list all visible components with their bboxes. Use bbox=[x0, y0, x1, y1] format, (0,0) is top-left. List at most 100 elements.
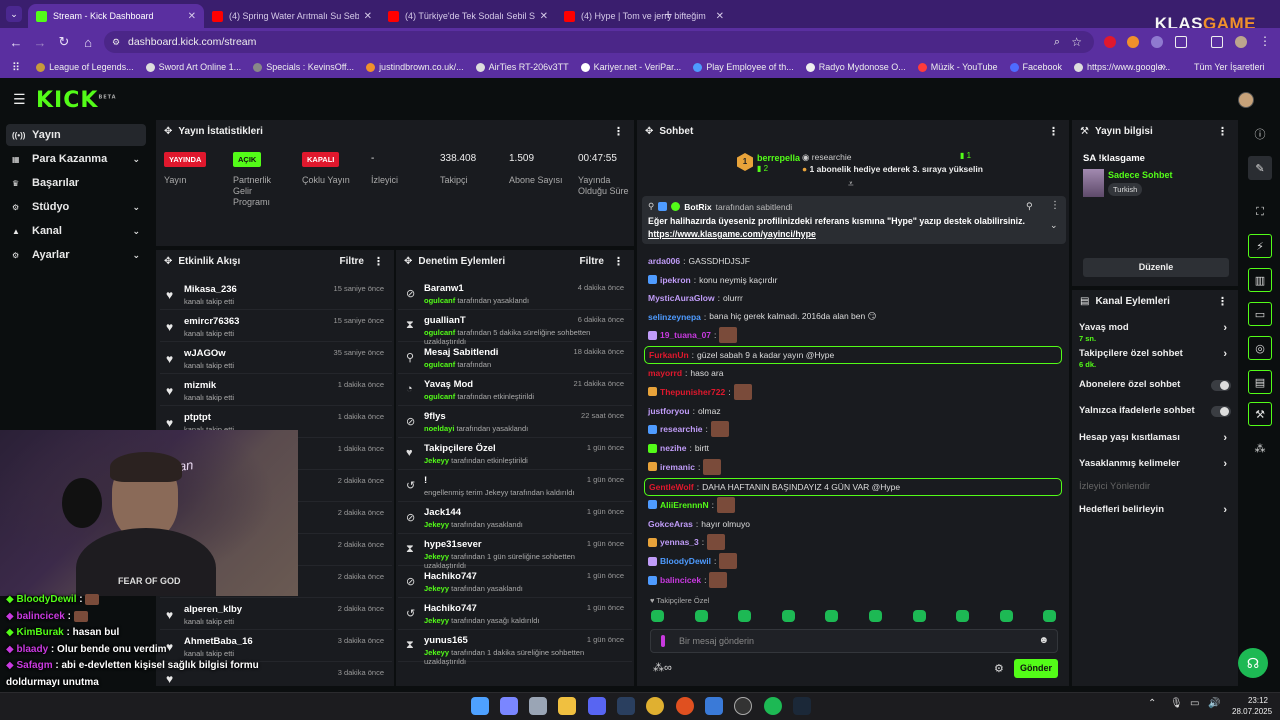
moderation-filter-button[interactable]: Filtre bbox=[580, 256, 604, 267]
send-button[interactable]: Gönder bbox=[1014, 659, 1058, 678]
hamburger-menu-icon[interactable]: ☰ bbox=[13, 91, 26, 108]
chevron-down-icon[interactable]: ⌄ bbox=[132, 250, 140, 261]
moderation-target[interactable]: Hachiko747 bbox=[424, 571, 477, 582]
moderation-row[interactable]: ⊘ Jack144 Jekeyy tarafından yasaklandı 1 gü… bbox=[398, 502, 632, 534]
browser-tab[interactable]: (4) Spring Water Arıtmalı Su Sebil ✕ bbox=[204, 4, 380, 28]
activity-row[interactable]: ♥ wJAGOw kanalı takip etti 35 saniye önce bbox=[160, 342, 392, 374]
chrome-icon[interactable] bbox=[646, 697, 664, 715]
chat-user-icon[interactable]: ⁂∞ bbox=[653, 661, 672, 674]
quick-action-chat-icon[interactable]: ▭ bbox=[1248, 302, 1272, 326]
support-headset-icon[interactable]: ☊ bbox=[1238, 648, 1268, 678]
chat-message[interactable]: researchie: bbox=[648, 421, 729, 437]
activity-row[interactable]: ♥ mizmik kanalı takip etti 1 dakika önce bbox=[160, 374, 392, 406]
category-link[interactable]: Sadece Sohbet bbox=[1108, 170, 1173, 180]
activity-user[interactable]: alperen_klby bbox=[184, 604, 242, 615]
quick-emote-icon[interactable] bbox=[1043, 610, 1057, 622]
chat-message[interactable]: arda006: GASSDHDJSJF bbox=[648, 253, 750, 269]
gift-researcher-name[interactable]: researchie bbox=[812, 152, 852, 162]
spotify-icon[interactable] bbox=[764, 697, 782, 715]
home-icon[interactable]: ⌂ bbox=[76, 35, 100, 50]
more-icon[interactable]: ⋮ bbox=[1217, 295, 1228, 308]
moderator-name[interactable]: noeldayi bbox=[424, 424, 454, 433]
moderation-row[interactable]: ↺ Hachiko747 Jekeyy tarafından yasağı kald… bbox=[398, 598, 632, 630]
bookmark-item[interactable]: Müzik - YouTube bbox=[917, 62, 998, 72]
info-icon[interactable]: ⓘ bbox=[1248, 122, 1272, 146]
extension-icon[interactable] bbox=[1151, 36, 1163, 48]
activity-user[interactable]: emircr76363 bbox=[184, 316, 239, 327]
moderation-row[interactable]: ⊘ 9flys noeldayi tarafından yasaklandı 22 s… bbox=[398, 406, 632, 438]
chat-message[interactable]: FurkanUn: güzel sabah 9 a kadar yayın @Hy… bbox=[644, 346, 1062, 364]
steam-icon[interactable] bbox=[617, 697, 635, 715]
chat-username[interactable]: 19_tuana_07 bbox=[660, 330, 711, 340]
chat-message[interactable]: balincicek: bbox=[648, 572, 728, 588]
category-thumbnail[interactable] bbox=[1083, 169, 1104, 197]
moderator-name[interactable]: ogulcanf bbox=[424, 296, 455, 305]
copilot-icon[interactable] bbox=[500, 697, 518, 715]
activity-user[interactable]: Mikasa_236 bbox=[184, 284, 237, 295]
tab-close-icon[interactable]: ✕ bbox=[364, 11, 372, 22]
quick-emote-icon[interactable] bbox=[869, 610, 882, 622]
move-icon[interactable]: ✥ bbox=[404, 256, 412, 267]
channel-action-item[interactable]: Hedefleri belirleyin › bbox=[1079, 504, 1235, 516]
quick-action-nodes-icon[interactable]: ⁂ bbox=[1248, 436, 1272, 460]
moderator-name[interactable]: Jekeyy bbox=[424, 648, 449, 657]
mic-tray-icon[interactable]: 🎙 bbox=[1170, 698, 1183, 709]
channel-action-item[interactable]: Takipçilere özel sohbet 6 dk. › bbox=[1079, 348, 1235, 369]
moderation-row[interactable]: ⊘ Baranw1 ogulcanf tarafından yasaklandı 4 … bbox=[398, 278, 632, 310]
moderation-target[interactable]: Baranw1 bbox=[424, 283, 464, 294]
quick-action-note-icon[interactable]: ▥ bbox=[1248, 268, 1272, 292]
bookmark-item[interactable]: Specials : KevinsOff... bbox=[253, 62, 354, 72]
all-bookmarks-link[interactable]: Tüm Yer İşaretleri bbox=[1194, 62, 1265, 72]
chevron-right-icon[interactable]: › bbox=[1223, 348, 1227, 360]
moderation-row[interactable]: ↺! engellenmiş terim Jekeyy tarafından ka… bbox=[398, 470, 632, 502]
moderation-row[interactable]: ⚲ Mesaj Sabitlendi ogulcanf tarafından 18 d… bbox=[398, 342, 632, 374]
quick-action-broadcast-icon[interactable]: ◎ bbox=[1248, 336, 1272, 360]
channel-action-item[interactable]: İzleyici Yönlendir bbox=[1079, 481, 1235, 492]
chat-username[interactable]: BloodyDewil bbox=[660, 556, 711, 566]
moderation-target[interactable]: hype31sever bbox=[424, 539, 482, 550]
chat-message[interactable]: MysticAuraGlow: olurrr bbox=[648, 290, 743, 306]
edit-stream-button[interactable]: Düzenle bbox=[1083, 258, 1229, 277]
chat-username[interactable]: nezihe bbox=[660, 443, 686, 453]
quick-emote-icon[interactable] bbox=[694, 610, 708, 622]
fullscreen-icon[interactable]: ⛶ bbox=[1248, 200, 1272, 224]
bookmark-item[interactable]: justindbrown.co.uk/... bbox=[366, 62, 464, 72]
chat-message[interactable]: AliiErennnN: bbox=[648, 496, 736, 513]
channel-action-item[interactable]: Abonelere özel sohbet bbox=[1079, 379, 1235, 391]
more-icon[interactable]: ⋮ bbox=[613, 125, 624, 138]
channel-action-item[interactable]: Yavaş mod 7 sn. › bbox=[1079, 322, 1235, 343]
moderation-target[interactable]: Hachiko747 bbox=[424, 603, 477, 614]
chat-message[interactable]: selinzeynepa: bana hiç gerek kalmadı. 201… bbox=[648, 309, 876, 325]
chat-input[interactable]: Bir mesaj gönderin ☻ bbox=[650, 629, 1058, 653]
volume-icon[interactable]: 🔊 bbox=[1208, 698, 1220, 709]
chat-username[interactable]: MysticAuraGlow bbox=[648, 293, 715, 303]
quick-emote-icon[interactable] bbox=[999, 610, 1013, 622]
chat-message[interactable]: justforyou: olmaz bbox=[648, 403, 721, 419]
move-icon[interactable]: ✥ bbox=[164, 256, 172, 267]
toggle-switch[interactable] bbox=[1211, 380, 1231, 391]
activity-row[interactable]: ♥ alperen_klby kanalı takip etti 2 dakika ö… bbox=[160, 598, 392, 630]
browser-tab[interactable]: (4) Hype | Tom ve jerry bifteğim ✕ bbox=[556, 4, 732, 28]
tray-chevron-icon[interactable]: ⌃ bbox=[1148, 698, 1156, 709]
chevron-right-icon[interactable]: › bbox=[1223, 458, 1227, 470]
bookmark-item[interactable]: Facebook bbox=[1009, 62, 1062, 72]
edit-layout-icon[interactable]: ✎ bbox=[1248, 156, 1272, 180]
discord-icon[interactable] bbox=[588, 697, 606, 715]
bookmark-item[interactable]: League of Legends... bbox=[36, 62, 134, 72]
quick-emote-icon[interactable] bbox=[912, 610, 926, 622]
chevron-right-icon[interactable]: › bbox=[1223, 504, 1227, 516]
bookmark-star-icon[interactable]: ☆ bbox=[1071, 35, 1082, 49]
move-icon[interactable]: ✥ bbox=[164, 126, 172, 137]
activity-filter-button[interactable]: Filtre bbox=[340, 256, 364, 267]
moderation-row[interactable]: ⧗ hype31sever Jekeyy tarafından 1 gün süre… bbox=[398, 534, 632, 570]
quick-action-wrench-icon[interactable]: ⚒ bbox=[1248, 402, 1272, 426]
new-tab-button[interactable]: + bbox=[664, 6, 672, 22]
moderation-target[interactable]: 9flys bbox=[424, 411, 446, 422]
sidebar-item-money[interactable]: ▦ Para Kazanma ⌄ bbox=[6, 148, 146, 170]
chat-username[interactable]: researchie bbox=[660, 424, 703, 434]
file-explorer-icon[interactable] bbox=[558, 697, 576, 715]
kick-logo[interactable]: KICKBETA bbox=[36, 88, 117, 113]
emoji-icon[interactable]: ☻ bbox=[1038, 635, 1049, 646]
pinned-expand-icon[interactable]: ⌄ bbox=[1050, 220, 1058, 231]
bookmark-item[interactable]: Sword Art Online 1... bbox=[145, 62, 241, 72]
